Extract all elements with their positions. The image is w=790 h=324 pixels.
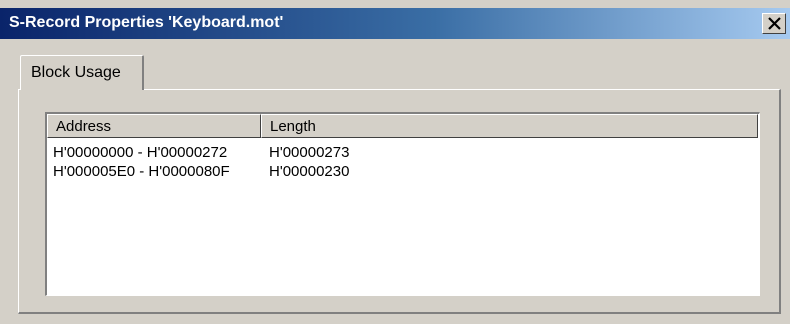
title-bar[interactable]: S-Record Properties 'Keyboard.mot' — [0, 8, 790, 39]
address-cell: H'00000000 - H'00000272 — [53, 144, 228, 161]
address-cell: H'000005E0 - H'0000080F — [53, 163, 230, 180]
tab-label: Block Usage — [31, 64, 121, 81]
block-usage-list[interactable]: Address Length H'00000000 - H'00000272 H… — [45, 112, 760, 296]
dialog-window: S-Record Properties 'Keyboard.mot' Block… — [0, 0, 790, 324]
table-row[interactable]: H'00000000 - H'00000272 H'00000273 — [47, 144, 759, 163]
tab-block-usage[interactable]: Block Usage — [20, 55, 144, 90]
window-title: S-Record Properties 'Keyboard.mot' — [9, 14, 284, 31]
close-button[interactable] — [762, 13, 786, 34]
close-icon — [768, 17, 781, 30]
column-header-length[interactable]: Length — [261, 114, 758, 138]
length-cell: H'00000230 — [269, 163, 350, 180]
table-row[interactable]: H'000005E0 - H'0000080F H'00000230 — [47, 163, 759, 182]
column-header-address[interactable]: Address — [47, 114, 261, 138]
length-cell: H'00000273 — [269, 144, 350, 161]
